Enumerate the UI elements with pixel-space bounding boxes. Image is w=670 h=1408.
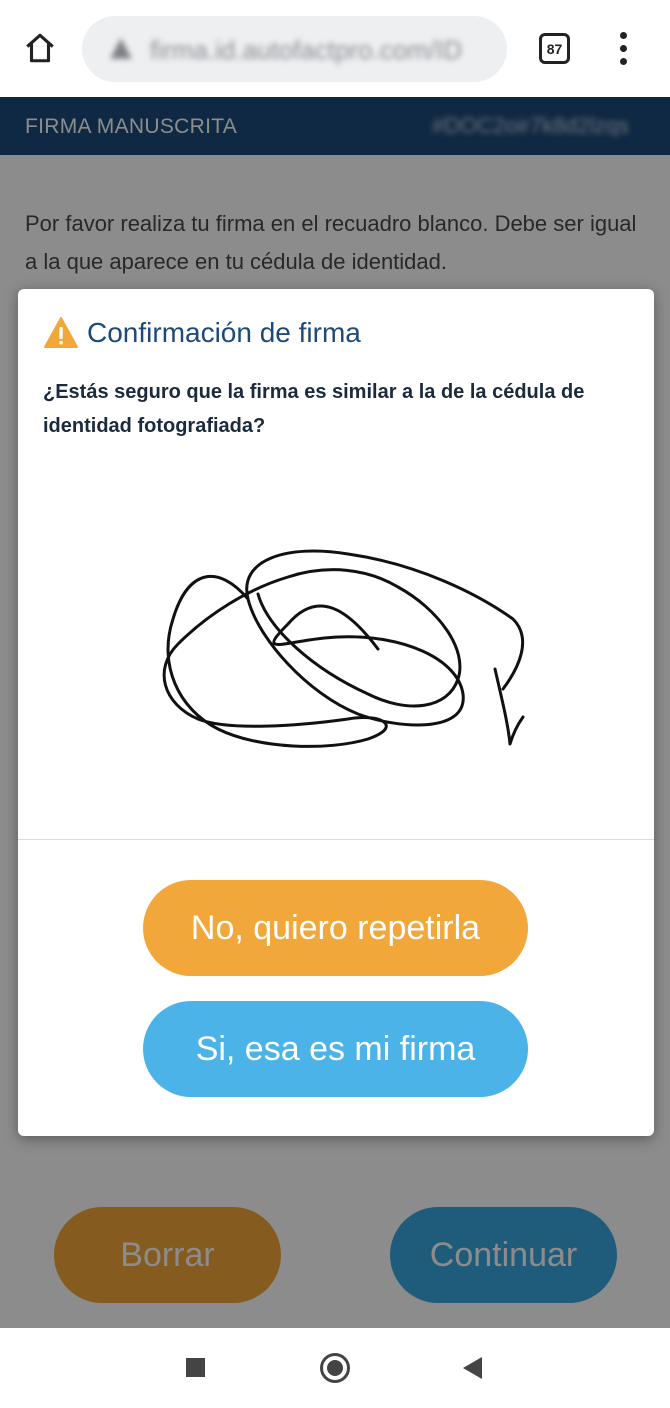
home-circle-icon[interactable] <box>320 1353 350 1383</box>
warning-icon <box>44 317 78 348</box>
more-vert-icon[interactable] <box>610 30 636 68</box>
dialog-question: ¿Estás seguro que la firma es similar a … <box>43 381 585 437</box>
dialog-divider <box>18 839 654 840</box>
signature-preview <box>162 549 525 748</box>
lock-icon <box>110 38 132 59</box>
back-icon[interactable] <box>463 1357 482 1379</box>
tab-switcher-button[interactable]: 87 <box>539 33 570 64</box>
recents-icon[interactable] <box>186 1358 205 1377</box>
dialog-header: Confirmación de firma <box>43 316 361 350</box>
confirmation-dialog: Confirmación de firma ¿Estás seguro que … <box>18 289 654 1136</box>
browser-toolbar: firma.id.autofactpro.com/ID 87 <box>0 0 670 97</box>
address-bar[interactable]: firma.id.autofactpro.com/ID <box>82 16 507 82</box>
dialog-title: Confirmación de firma <box>87 317 361 348</box>
repeat-signature-button[interactable]: No, quiero repetirla <box>143 880 528 976</box>
home-button[interactable] <box>20 28 60 68</box>
system-nav-bar <box>0 1328 670 1408</box>
url-text: firma.id.autofactpro.com/ID <box>150 35 463 65</box>
home-icon <box>26 33 54 63</box>
confirm-signature-button[interactable]: Si, esa es mi firma <box>143 1001 528 1097</box>
